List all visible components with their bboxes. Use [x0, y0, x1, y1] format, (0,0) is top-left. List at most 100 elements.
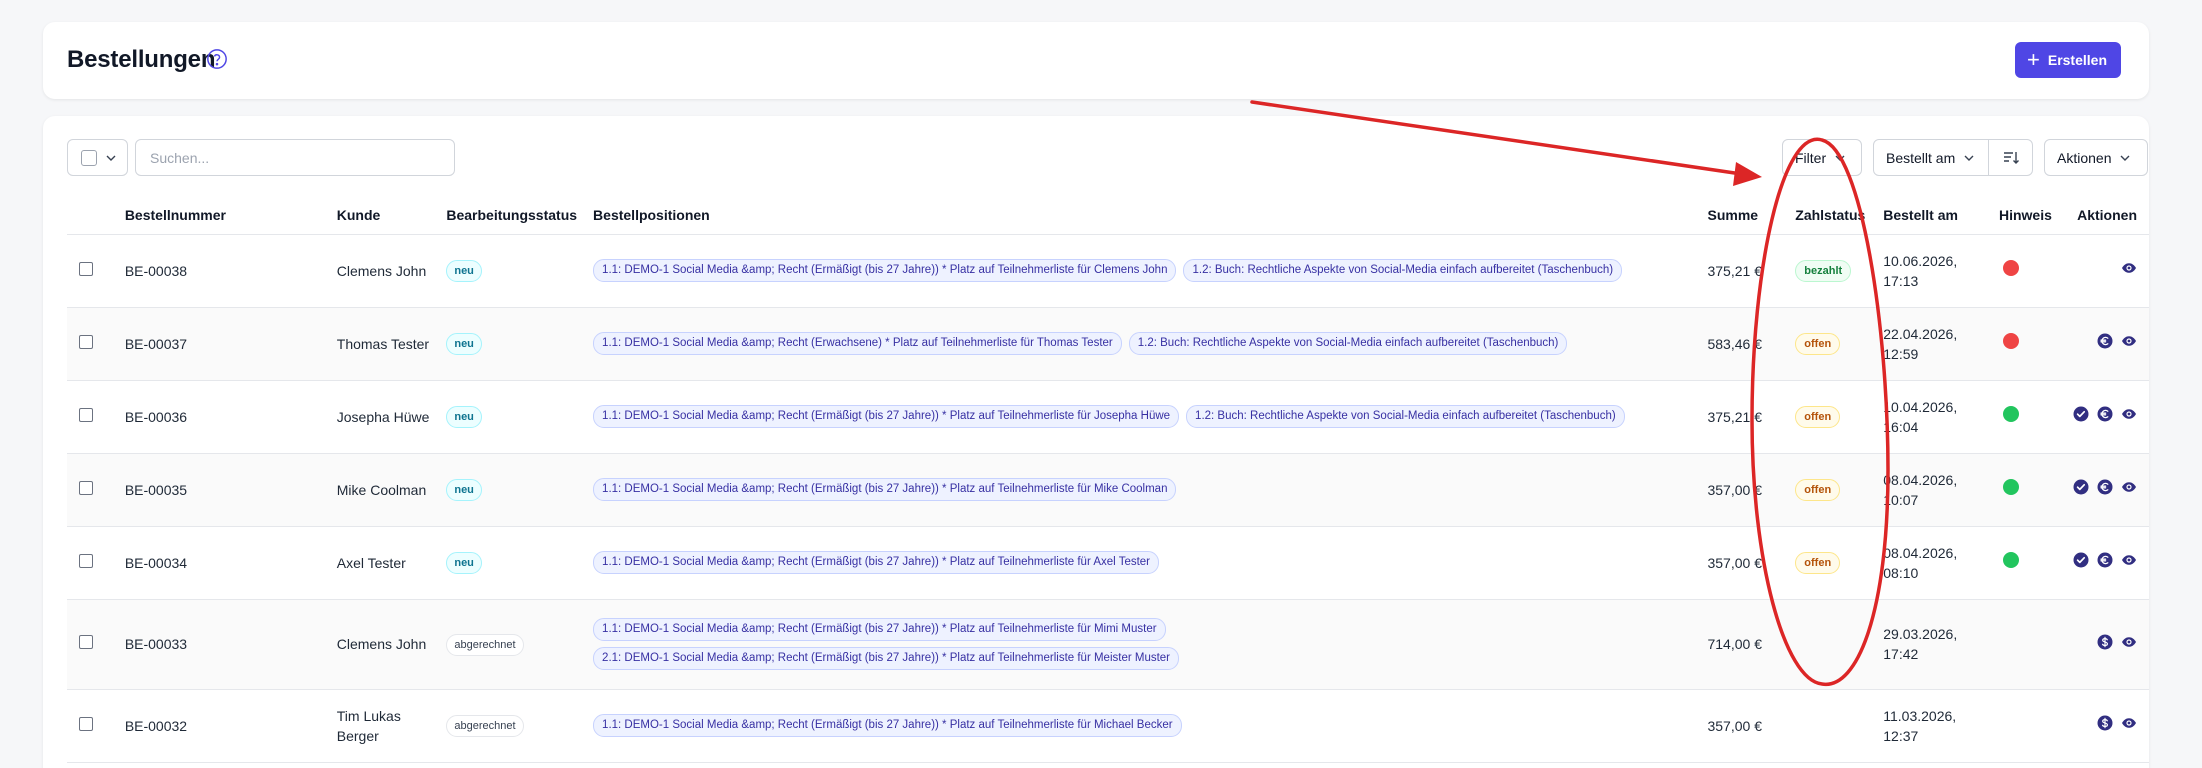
page-header: Bestellungen + Erstellen: [43, 22, 2149, 99]
position-chip[interactable]: 2.1: DEMO-1 Social Media &amp; Recht (Er…: [593, 647, 1180, 670]
row-checkbox[interactable]: [79, 334, 93, 349]
view-eye-icon[interactable]: [2121, 715, 2137, 731]
order-number[interactable]: BE-00038: [116, 234, 329, 308]
col-header-customer[interactable]: Kunde: [328, 196, 439, 235]
euro-payment-icon[interactable]: [2097, 552, 2113, 568]
filter-button[interactable]: Filter: [1782, 139, 1862, 176]
row-checkbox[interactable]: [79, 261, 93, 276]
sort-field-button[interactable]: Bestellt am: [1873, 139, 1989, 176]
status-badge: neu: [446, 333, 482, 355]
dollar-invoice-icon[interactable]: [2097, 715, 2113, 731]
ordered-date: 11.03.2026, 12:37: [1875, 689, 1991, 763]
position-chip[interactable]: 1.1: DEMO-1 Social Media &amp; Recht (Er…: [593, 714, 1182, 737]
order-number[interactable]: BE-00034: [116, 526, 329, 600]
row-actions-cell: [2064, 380, 2149, 454]
table-row[interactable]: BE-00034 Axel Tester neu 1.1: DEMO-1 Social…: [67, 526, 2149, 600]
row-checkbox[interactable]: [79, 407, 93, 422]
row-checkbox[interactable]: [79, 716, 93, 731]
table-row[interactable]: BE-00036 Josepha Hüwe neu 1.1: DEMO-1 Socia…: [67, 380, 2149, 454]
mark-paid-check-icon[interactable]: [2073, 479, 2089, 495]
position-chip[interactable]: 1.2: Buch: Rechtliche Aspekte von Social…: [1128, 332, 1568, 355]
table-row[interactable]: BE-00033 Clemens John abgerechnet 1.1: DEMO…: [67, 599, 2149, 690]
col-header-actions: Aktionen: [2064, 196, 2149, 235]
position-list: 1.1: DEMO-1 Social Media &amp; Recht (Er…: [593, 405, 1691, 428]
chevron-down-icon: [106, 155, 116, 161]
table-row[interactable]: BE-00038 Clemens John neu 1.1: DEMO-1 Socia…: [67, 234, 2149, 308]
table-row[interactable]: BE-00037 Thomas Tester neu 1.1: DEMO-1 Soci…: [67, 307, 2149, 381]
create-button[interactable]: + Erstellen: [2015, 42, 2121, 78]
view-eye-icon[interactable]: [2121, 552, 2137, 568]
order-number[interactable]: BE-00033: [116, 599, 329, 690]
position-chip[interactable]: 1.1: DEMO-1 Social Media &amp; Recht (Er…: [593, 332, 1122, 355]
position-chip[interactable]: 1.1: DEMO-1 Social Media &amp; Recht (Er…: [593, 551, 1160, 574]
sort-direction-button[interactable]: [1988, 139, 2033, 176]
hint-cell: [1990, 689, 2065, 763]
ordered-date: 22.04.2026, 12:59: [1875, 307, 1991, 381]
processing-status-cell: neu: [438, 526, 586, 600]
hint-green-dot: [2002, 406, 2019, 422]
dollar-invoice-icon[interactable]: [2097, 634, 2113, 650]
customer-name: Clemens John: [328, 234, 439, 308]
row-checkbox[interactable]: [79, 553, 93, 568]
order-positions-cell: 1.1: DEMO-1 Social Media &amp; Recht (Er…: [585, 234, 1700, 308]
hint-cell: [1990, 526, 2065, 600]
bulk-select-dropdown[interactable]: [67, 139, 128, 176]
mark-paid-check-icon[interactable]: [2073, 552, 2089, 568]
col-header-sum[interactable]: Summe: [1699, 196, 1788, 235]
search-input[interactable]: [135, 139, 455, 176]
view-eye-icon[interactable]: [2121, 260, 2137, 276]
bulk-actions-button[interactable]: Aktionen: [2044, 139, 2148, 176]
ordered-date: 10.04.2026, 16:04: [1875, 380, 1991, 454]
col-header-status[interactable]: Bearbeitungsstatus: [438, 196, 586, 235]
order-sum: 357,00 €: [1699, 689, 1788, 763]
position-chip[interactable]: 1.1: DEMO-1 Social Media &amp; Recht (Er…: [593, 478, 1177, 501]
order-number[interactable]: BE-00032: [116, 689, 329, 763]
col-header-payment[interactable]: Zahlstatus: [1787, 196, 1876, 235]
status-badge: neu: [446, 552, 482, 574]
payment-status-cell: bezahlt: [1787, 234, 1876, 308]
view-eye-icon[interactable]: [2121, 479, 2137, 495]
processing-status-cell: neu: [438, 234, 586, 308]
mark-paid-check-icon[interactable]: [2073, 406, 2089, 422]
col-header-hint[interactable]: Hinweis: [1990, 196, 2065, 235]
row-actions-cell: [2064, 307, 2149, 381]
status-badge: neu: [446, 479, 482, 501]
euro-payment-icon[interactable]: [2097, 479, 2113, 495]
view-eye-icon[interactable]: [2121, 406, 2137, 422]
ordered-date: 10.06.2026, 17:13: [1875, 234, 1991, 308]
col-header-positions[interactable]: Bestellpositionen: [585, 196, 1700, 235]
view-eye-icon[interactable]: [2121, 634, 2137, 650]
euro-payment-icon[interactable]: [2097, 406, 2113, 422]
create-button-label: Erstellen: [2047, 52, 2107, 68]
euro-payment-icon[interactable]: [2097, 333, 2113, 349]
row-checkbox[interactable]: [79, 480, 93, 495]
row-actions: [2073, 552, 2137, 568]
col-header-ordered[interactable]: Bestellt am: [1875, 196, 1991, 235]
payment-status-badge: bezahlt: [1795, 260, 1852, 282]
help-icon[interactable]: [206, 48, 228, 70]
hint-red-dot: [2002, 333, 2019, 349]
position-chip[interactable]: 1.1: DEMO-1 Social Media &amp; Recht (Er…: [593, 405, 1180, 428]
order-number[interactable]: BE-00036: [116, 380, 329, 454]
col-header-number[interactable]: Bestellnummer: [116, 196, 329, 235]
order-number[interactable]: BE-00037: [116, 307, 329, 381]
position-chip[interactable]: 1.1: DEMO-1 Social Media &amp; Recht (Er…: [593, 259, 1177, 282]
chevron-down-icon: [1964, 155, 1974, 161]
position-list: 1.1: DEMO-1 Social Media &amp; Recht (Er…: [593, 478, 1691, 501]
row-actions-cell: [2064, 526, 2149, 600]
row-actions: [2073, 406, 2137, 422]
hint-green-dot: [2002, 552, 2019, 568]
order-number[interactable]: BE-00035: [116, 453, 329, 527]
row-checkbox[interactable]: [79, 635, 93, 649]
select-all-checkbox[interactable]: [81, 149, 97, 166]
position-chip[interactable]: 1.2: Buch: Rechtliche Aspekte von Social…: [1183, 259, 1623, 282]
status-badge: neu: [446, 406, 482, 428]
filter-button-label: Filter: [1795, 149, 1827, 166]
payment-status-cell: offen: [1787, 526, 1876, 600]
table-row[interactable]: BE-00035 Mike Coolman neu 1.1: DEMO-1 Socia…: [67, 453, 2149, 527]
view-eye-icon[interactable]: [2121, 333, 2137, 349]
status-badge: neu: [446, 260, 482, 282]
position-chip[interactable]: 1.2: Buch: Rechtliche Aspekte von Social…: [1186, 405, 1625, 428]
table-row[interactable]: BE-00032 Tim Lukas Berger abgerechnet 1.1: …: [67, 689, 2149, 763]
position-chip[interactable]: 1.1: DEMO-1 Social Media &amp; Recht (Er…: [593, 618, 1166, 641]
